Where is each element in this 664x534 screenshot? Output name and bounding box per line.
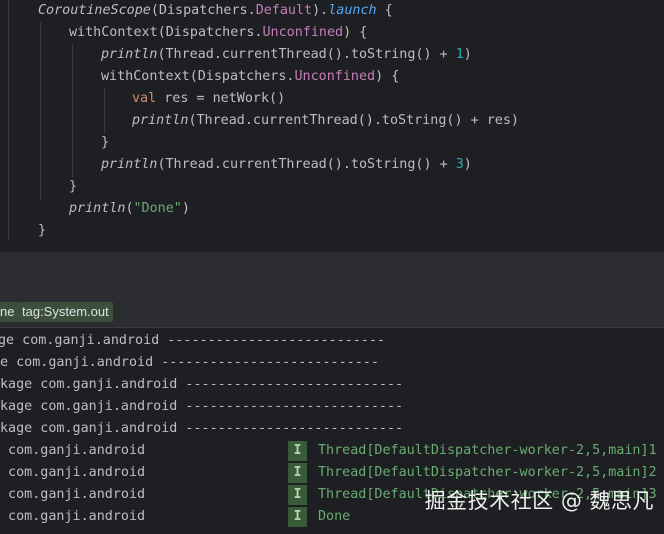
code-line-5: val res = netWork() bbox=[132, 91, 286, 106]
code-line-4: withContext(Dispatchers.Unconfined) { bbox=[101, 69, 400, 84]
indent-guide bbox=[8, 0, 9, 240]
log-line: kage com.ganji.android -----------------… bbox=[0, 377, 404, 392]
log-line: e com.ganji.android --------------------… bbox=[0, 355, 379, 370]
log-line: com.ganji.android bbox=[0, 509, 146, 524]
log-message: Thread[DefaultDispatcher-worker-2,5,main… bbox=[318, 443, 657, 458]
code-line-1: CoroutineScope(Dispatchers.Default).laun… bbox=[38, 3, 393, 18]
code-line-11: } bbox=[38, 223, 47, 238]
log-line: com.ganji.android bbox=[0, 487, 146, 502]
log-message: Done bbox=[318, 509, 351, 524]
log-line: com.ganji.android bbox=[0, 465, 146, 480]
code-line-6: println(Thread.currentThread().toString(… bbox=[132, 113, 519, 128]
code-line-8: println(Thread.currentThread().toString(… bbox=[101, 157, 472, 172]
indent-guide bbox=[40, 22, 41, 200]
code-line-7: } bbox=[101, 135, 110, 150]
logcat-filter-bar[interactable]: ne tag:System.out bbox=[0, 297, 664, 328]
filter-chip-tag[interactable]: tag:System.out bbox=[18, 302, 113, 322]
log-level-badge: I bbox=[288, 463, 307, 483]
log-message: Thread[DefaultDispatcher-worker-2,5,main… bbox=[318, 465, 657, 480]
watermark: 掘金技术社区 @ 魏思凡 bbox=[424, 489, 654, 513]
logcat-toolbar bbox=[0, 252, 664, 298]
indent-guide bbox=[104, 88, 105, 134]
code-editor[interactable]: CoroutineScope(Dispatchers.Default).laun… bbox=[0, 0, 664, 248]
log-level-badge: I bbox=[288, 441, 307, 461]
log-line: kage com.ganji.android -----------------… bbox=[0, 399, 404, 414]
code-line-9: } bbox=[69, 179, 78, 194]
log-line: ge com.ganji.android -------------------… bbox=[0, 333, 385, 348]
filter-chip-level[interactable]: ne bbox=[0, 302, 19, 322]
code-line-10: println("Done") bbox=[69, 201, 190, 216]
code-line-2: withContext(Dispatchers.Unconfined) { bbox=[69, 25, 368, 40]
log-line: kage com.ganji.android -----------------… bbox=[0, 421, 404, 436]
log-level-badge: I bbox=[288, 485, 307, 505]
indent-guide bbox=[72, 44, 73, 178]
code-line-3: println(Thread.currentThread().toString(… bbox=[101, 47, 472, 62]
log-line: com.ganji.android bbox=[0, 443, 146, 458]
log-level-badge: I bbox=[288, 507, 307, 527]
